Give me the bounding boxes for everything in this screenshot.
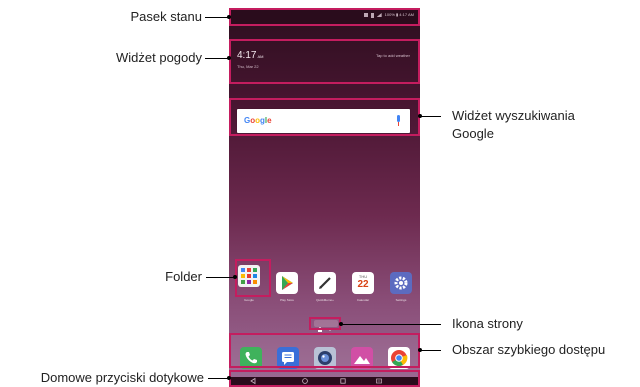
weather-widget-highlight [229, 39, 420, 84]
quick-access-highlight [229, 333, 420, 368]
leader-dot [227, 15, 231, 19]
leader-line [420, 350, 441, 351]
leader-dot [227, 376, 231, 380]
callout-home-touch-buttons: Domowe przyciski dotykowe [40, 370, 204, 385]
screen-diagram: 100% ▮ 4:17 AM 4:17AM Thu, Mar 22 Tap to… [0, 0, 640, 387]
leader-line [420, 116, 441, 117]
callout-weather-widget: Widżet pogody [116, 50, 202, 65]
play-store-glyph [282, 276, 293, 290]
callout-google-search-line1: Widżet wyszukiwania [452, 108, 575, 123]
google-search-highlight [229, 98, 420, 136]
app-label: Calendar [356, 298, 370, 302]
leader-dot [227, 56, 231, 60]
leader-line [341, 324, 441, 325]
app-label: Google [244, 298, 254, 302]
calendar-icon[interactable]: THU 22 [352, 272, 374, 294]
app-label: Settings [395, 298, 407, 302]
leader-dot [418, 348, 422, 352]
app-label: QuickMemo+ [316, 298, 334, 302]
memo-pen-glyph [319, 277, 331, 289]
leader-line [205, 17, 229, 18]
leader-line [208, 378, 229, 379]
leader-line [205, 58, 229, 59]
app-label: Play Store [280, 298, 294, 302]
callout-quick-access: Obszar szybkiego dostępu [452, 342, 606, 357]
memo-pen-icon[interactable] [314, 272, 336, 294]
settings-gear-icon[interactable] [390, 272, 412, 294]
leader-line [206, 277, 236, 278]
page-icon-highlight [309, 317, 341, 330]
folder-highlight [235, 259, 271, 297]
gear-glyph [394, 276, 408, 290]
home-buttons-highlight [229, 370, 420, 387]
calendar-date: 22 [357, 279, 369, 290]
callout-google-search-line2: Google [452, 126, 494, 141]
leader-dot [339, 322, 343, 326]
callout-page-icon: Ikona strony [452, 316, 523, 331]
callout-status-bar: Pasek stanu [130, 9, 202, 24]
leader-dot [233, 275, 237, 279]
status-bar-highlight [229, 8, 420, 26]
play-store-icon[interactable] [276, 272, 298, 294]
leader-dot [418, 114, 422, 118]
callout-folder: Folder [165, 269, 202, 284]
